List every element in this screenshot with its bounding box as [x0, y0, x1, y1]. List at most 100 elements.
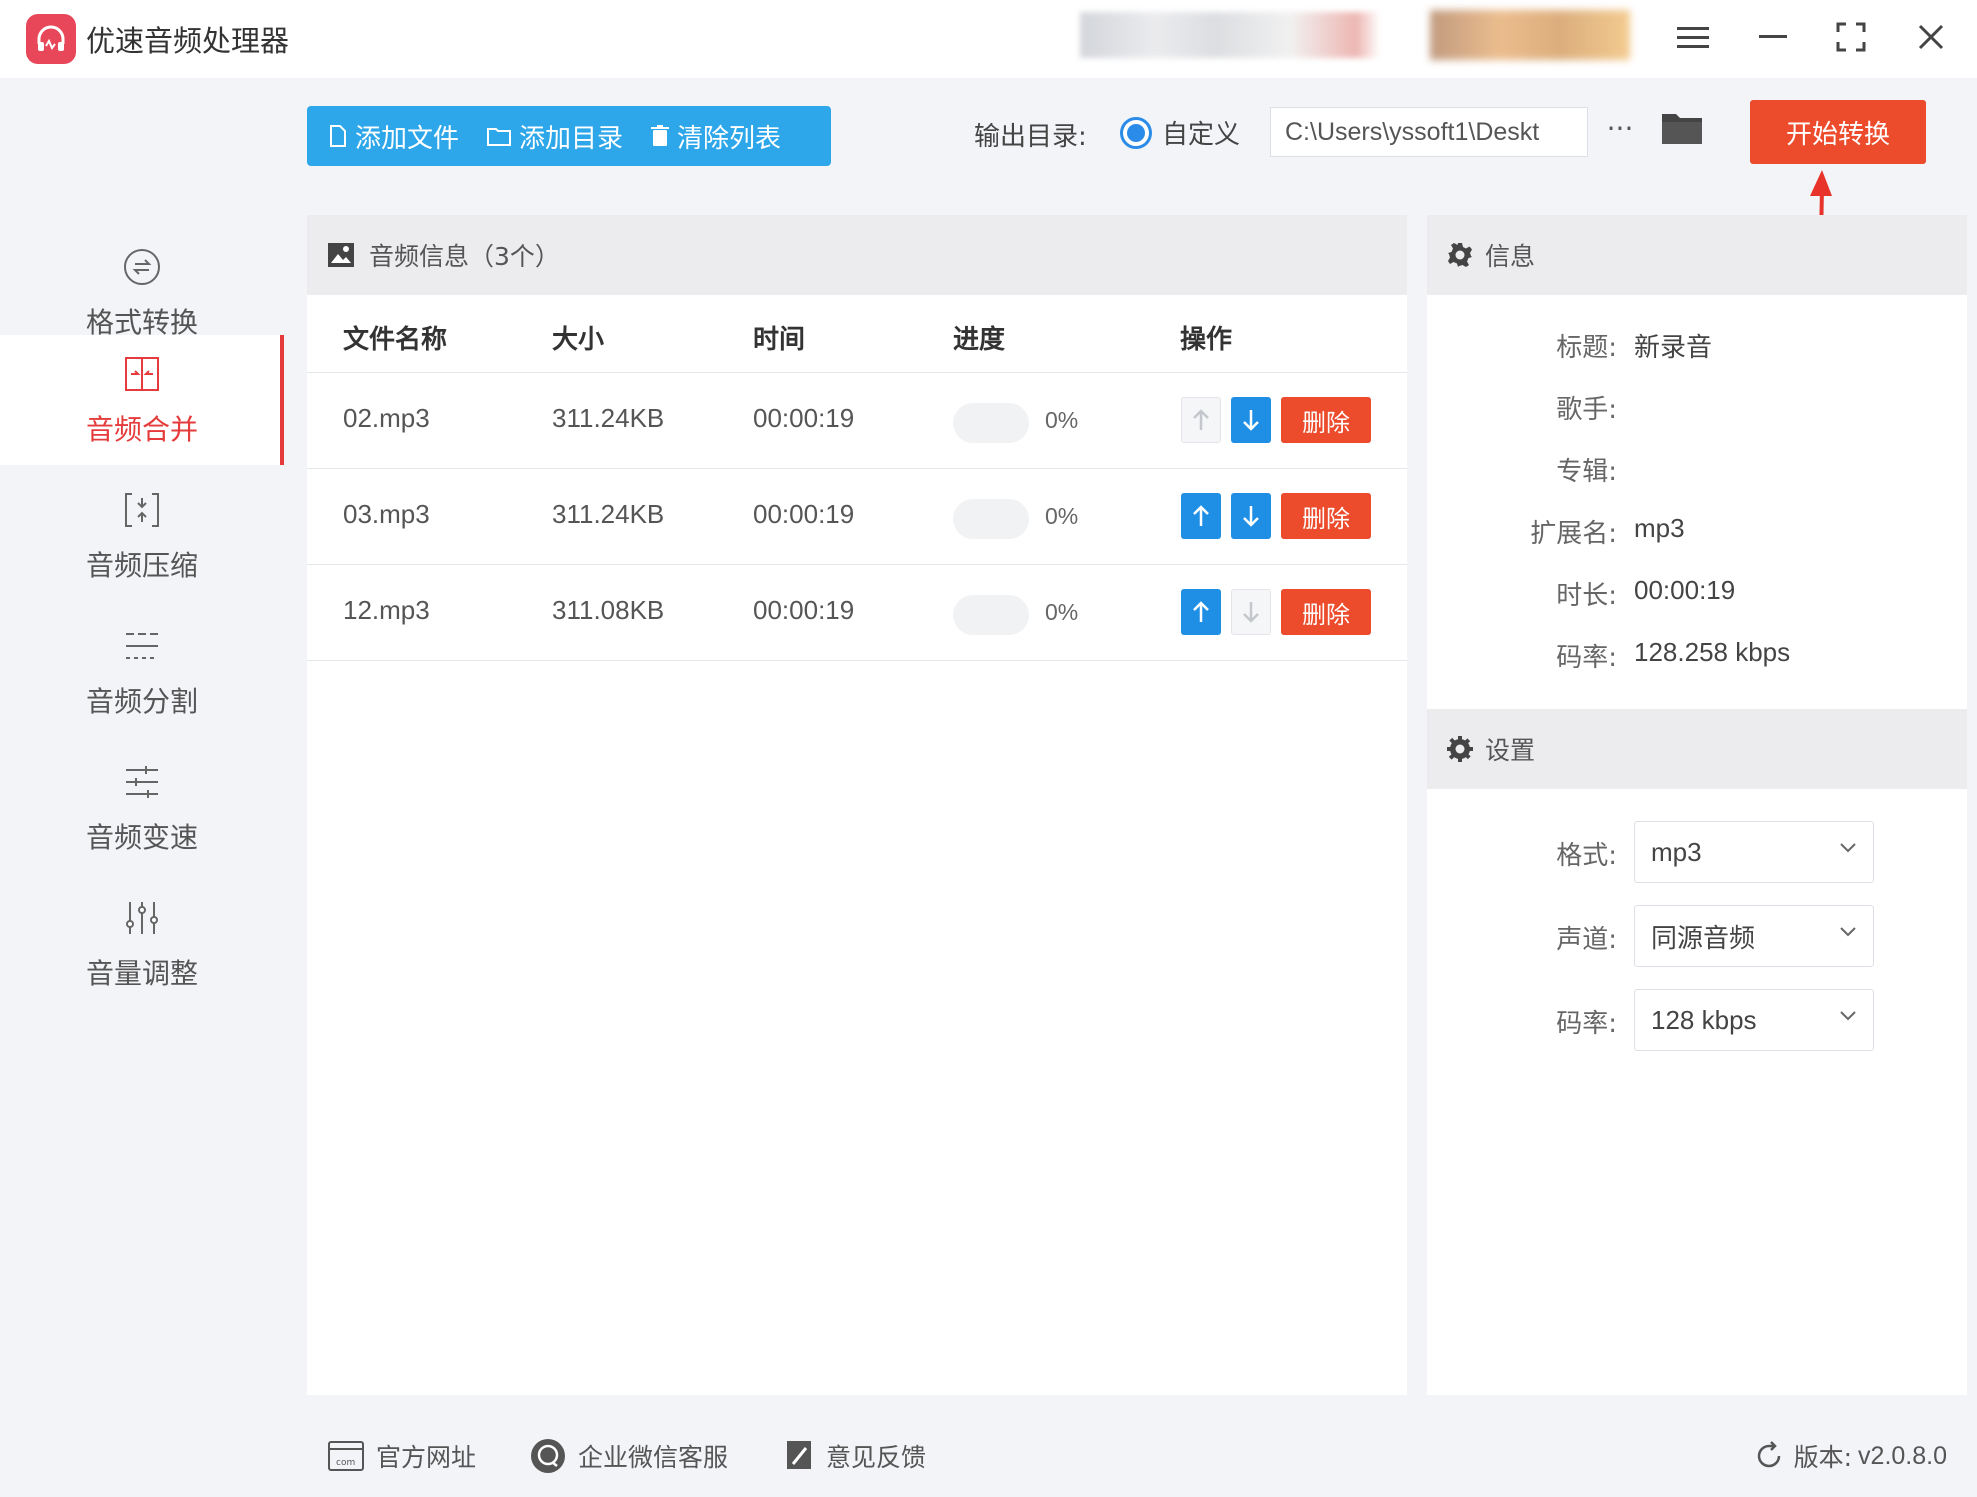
delete-button[interactable]: 删除 — [1281, 493, 1371, 539]
move-down-button[interactable] — [1231, 397, 1271, 443]
settings-title: 设置 — [1485, 736, 1536, 765]
file-name: 02.mp3 — [343, 403, 430, 433]
website-label: 官方网址 — [376, 1443, 477, 1472]
close-icon[interactable] — [1906, 12, 1956, 62]
setting-key: 声道: — [1556, 925, 1617, 955]
sidebar-item-label: 音频分割 — [85, 685, 198, 718]
title-bar: 优速音频处理器 — [0, 0, 1977, 78]
table-row[interactable]: 03.mp3 311.24KB 00:00:19 0% 删除 — [307, 469, 1407, 565]
table-row[interactable]: 12.mp3 311.08KB 00:00:19 0% 删除 — [307, 565, 1407, 661]
compress-icon — [120, 488, 164, 532]
progress-bar — [953, 499, 1029, 539]
wechat-label: 企业微信客服 — [578, 1443, 729, 1472]
file-list-panel: 音频信息（3个） 文件名称 大小 时间 进度 操作 02.mp3 311.24K… — [307, 215, 1407, 1395]
chevron-down-icon — [1840, 843, 1856, 853]
convert-icon — [120, 245, 164, 289]
wechat-service-link[interactable]: 企业微信客服 — [530, 1438, 728, 1474]
chevron-down-icon — [1840, 1011, 1856, 1021]
output-path-value: C:\Users\yssoft1\Deskt — [1285, 118, 1540, 146]
sidebar-item-label: 音量调整 — [85, 957, 198, 990]
volume-icon — [120, 896, 164, 940]
move-up-button[interactable] — [1181, 493, 1221, 539]
sidebar: 格式转换 音频合并 音频压缩 音频分割 音频变速 音量调整 — [0, 78, 284, 1497]
footer: com 官方网址 企业微信客服 意见反馈 版本: v2.0.8.0 — [284, 1418, 1977, 1497]
channel-select[interactable]: 同源音频 — [1634, 905, 1874, 967]
version-number: v2.0.8.0 — [1858, 1441, 1947, 1470]
fullscreen-icon[interactable] — [1826, 12, 1876, 62]
info-key: 时长: — [1556, 581, 1617, 611]
arrow-up-icon — [1193, 505, 1209, 526]
add-file-button[interactable]: 添加文件 — [307, 106, 473, 166]
progress-bar — [953, 403, 1029, 443]
delete-button[interactable]: 删除 — [1281, 589, 1371, 635]
folder-outline-icon — [487, 128, 512, 146]
add-file-label: 添加文件 — [355, 123, 460, 154]
delete-button[interactable]: 删除 — [1281, 397, 1371, 443]
column-header: 文件名称 — [343, 325, 448, 355]
move-up-button[interactable] — [1181, 397, 1221, 443]
file-duration: 00:00:19 — [753, 499, 855, 529]
add-dir-button[interactable]: 添加目录 — [473, 106, 637, 166]
setting-bitrate: 码率: 128 kbps — [1427, 989, 1967, 1053]
info-field-extension: 扩展名: mp3 — [1427, 513, 1967, 553]
feedback-icon — [787, 1441, 811, 1469]
file-icon — [330, 125, 346, 147]
file-action-group: 添加文件 添加目录 清除列表 — [307, 106, 831, 166]
table-row[interactable]: 02.mp3 311.24KB 00:00:19 0% 删除 — [307, 373, 1407, 469]
sidebar-item-label: 音频压缩 — [85, 549, 198, 582]
arrow-up-icon — [1193, 601, 1209, 622]
feedback-label: 意见反馈 — [826, 1443, 927, 1472]
column-header: 进度 — [953, 325, 1006, 355]
select-value: 128 kbps — [1651, 1004, 1757, 1035]
info-header: 信息 — [1427, 215, 1967, 295]
info-key: 歌手: — [1556, 395, 1617, 425]
blurred-avatar — [1430, 10, 1630, 60]
app-logo-icon — [26, 14, 76, 64]
progress-bar — [953, 595, 1029, 635]
move-down-button[interactable] — [1231, 493, 1271, 539]
select-value: 同源音频 — [1651, 922, 1756, 953]
blurred-account-info — [1080, 12, 1380, 58]
info-field-title: 标题: 新录音 — [1427, 327, 1967, 367]
sidebar-item-audio-compress[interactable]: 音频压缩 — [0, 471, 284, 601]
info-key: 专辑: — [1556, 457, 1617, 487]
file-list-header: 音频信息（3个） — [307, 215, 1407, 295]
setting-key: 格式: — [1556, 841, 1617, 871]
move-down-button[interactable] — [1231, 589, 1271, 635]
format-select[interactable]: mp3 — [1634, 821, 1874, 883]
merge-icon — [120, 352, 164, 396]
version-label: 版本: — [1793, 1443, 1853, 1472]
output-path-input[interactable]: C:\Users\yssoft1\Deskt — [1270, 107, 1588, 157]
info-title: 信息 — [1485, 242, 1536, 271]
clear-list-button[interactable]: 清除列表 — [637, 106, 795, 166]
menu-icon[interactable] — [1668, 12, 1718, 62]
progress-percent: 0% — [1045, 407, 1079, 433]
sidebar-item-audio-merge[interactable]: 音频合并 — [0, 335, 284, 465]
open-folder-icon[interactable] — [1660, 110, 1704, 150]
sidebar-item-volume-adjust[interactable]: 音量调整 — [0, 879, 284, 1009]
feedback-link[interactable]: 意见反馈 — [784, 1438, 926, 1474]
start-convert-button[interactable]: 开始转换 — [1750, 100, 1926, 164]
file-duration: 00:00:19 — [753, 595, 855, 625]
info-value: 新录音 — [1634, 332, 1713, 362]
column-header: 大小 — [552, 325, 605, 355]
trash-icon — [651, 125, 670, 146]
minimize-icon[interactable] — [1748, 12, 1798, 62]
more-options-button[interactable]: ··· — [1600, 112, 1640, 152]
file-list-title: 音频信息（3个） — [369, 242, 560, 271]
info-field-album: 专辑: — [1427, 451, 1967, 491]
official-website-link[interactable]: com 官方网址 — [328, 1438, 476, 1474]
move-up-button[interactable] — [1181, 589, 1221, 635]
info-value: 128.258 kbps — [1634, 637, 1791, 667]
speed-icon — [120, 760, 164, 804]
table-header: 文件名称 大小 时间 进度 操作 — [307, 295, 1407, 373]
sidebar-item-audio-split[interactable]: 音频分割 — [0, 607, 284, 737]
info-value: 00:00:19 — [1634, 575, 1736, 605]
image-icon — [328, 243, 354, 267]
bitrate-select[interactable]: 128 kbps — [1634, 989, 1874, 1051]
gear-icon — [1447, 736, 1473, 762]
file-name: 03.mp3 — [343, 499, 430, 529]
sidebar-item-audio-speed[interactable]: 音频变速 — [0, 743, 284, 873]
custom-output-radio[interactable]: 自定义 — [1120, 114, 1240, 151]
file-size: 311.08KB — [552, 595, 665, 625]
